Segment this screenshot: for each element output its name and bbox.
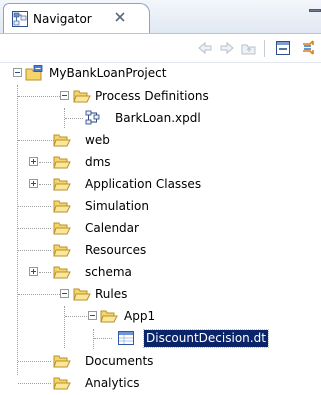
- view-toolbar: [0, 34, 321, 63]
- tree-item-label: App1: [124, 309, 156, 323]
- tree-item-label: web: [85, 133, 110, 147]
- up-folder-icon[interactable]: [240, 39, 258, 57]
- collapse-toggle[interactable]: [60, 91, 69, 100]
- project-icon: [25, 65, 43, 81]
- navigator-tree: MyBankLoanProject Process Definitions Ba…: [0, 63, 321, 391]
- collapse-toggle[interactable]: [88, 311, 97, 320]
- process-file-icon: [85, 110, 100, 125]
- open-folder-icon: [73, 90, 91, 103]
- folder-icon: [53, 178, 71, 191]
- expand-toggle[interactable]: [29, 157, 38, 166]
- collapse-toggle[interactable]: [60, 289, 69, 298]
- decision-table-icon: [118, 331, 134, 345]
- tree-item-label: Rules: [95, 287, 128, 301]
- open-folder-icon: [73, 288, 91, 301]
- tree-item-dms[interactable]: dms: [0, 152, 321, 174]
- forward-icon[interactable]: [218, 39, 236, 57]
- tree-item-web[interactable]: web: [0, 130, 321, 152]
- tree-item-simulation[interactable]: Simulation: [0, 196, 321, 218]
- tree-item-label: Calendar: [85, 221, 139, 235]
- tree-item-label: Simulation: [85, 199, 149, 213]
- back-icon[interactable]: [196, 39, 214, 57]
- tree-item-process-file[interactable]: BarkLoan.xpdl: [0, 108, 321, 130]
- tree-item-label: schema: [85, 265, 132, 279]
- link-with-editor-icon[interactable]: [300, 39, 318, 57]
- tree-item-label: Process Definitions: [95, 89, 209, 103]
- folder-icon: [53, 244, 71, 257]
- folder-icon: [53, 266, 71, 279]
- tab-title: Navigator: [33, 12, 92, 26]
- tree-item-process-definitions[interactable]: Process Definitions: [0, 86, 321, 108]
- minimize-icon[interactable]: [309, 9, 321, 12]
- navigator-tab[interactable]: Navigator: [3, 3, 150, 33]
- expand-toggle[interactable]: [29, 267, 38, 276]
- folder-icon: [53, 355, 71, 368]
- tree-item-application-classes[interactable]: Application Classes: [0, 174, 321, 196]
- open-folder-icon: [100, 310, 118, 323]
- close-icon[interactable]: [114, 11, 126, 23]
- folder-icon: [53, 156, 71, 169]
- view-tab-bar: Navigator: [0, 0, 321, 34]
- tree-item-label: BarkLoan.xpdl: [115, 111, 201, 125]
- toolbar-separator: [264, 40, 265, 57]
- tree-item-label: Application Classes: [85, 177, 202, 191]
- folder-icon: [53, 134, 71, 147]
- tree-item-label: MyBankLoanProject: [49, 66, 167, 80]
- tree-item-documents[interactable]: Documents: [0, 351, 321, 373]
- folder-icon: [53, 222, 71, 235]
- expand-toggle[interactable]: [29, 179, 38, 188]
- collapse-all-icon[interactable]: [274, 39, 292, 57]
- tree-item-label: DiscountDecision.dt: [143, 329, 269, 348]
- tree-item-decision-table[interactable]: DiscountDecision.dt: [0, 328, 321, 350]
- tree-item-analytics[interactable]: Analytics: [0, 373, 321, 395]
- tree-item-label: Documents: [85, 354, 154, 368]
- tree-item-rules[interactable]: Rules: [0, 284, 321, 306]
- tree-item-schema[interactable]: schema: [0, 262, 321, 284]
- tree-item-calendar[interactable]: Calendar: [0, 218, 321, 240]
- tree-item-app1[interactable]: App1: [0, 306, 321, 328]
- tree-item-label: dms: [85, 155, 111, 169]
- collapse-toggle[interactable]: [13, 68, 22, 77]
- tree-item-label: Resources: [85, 243, 147, 257]
- tree-item-resources[interactable]: Resources: [0, 240, 321, 262]
- folder-icon: [53, 200, 71, 213]
- tree-item-label: Analytics: [85, 376, 140, 390]
- tree-item-project[interactable]: MyBankLoanProject: [0, 63, 321, 85]
- navigator-icon: [12, 11, 28, 27]
- folder-icon: [53, 377, 71, 390]
